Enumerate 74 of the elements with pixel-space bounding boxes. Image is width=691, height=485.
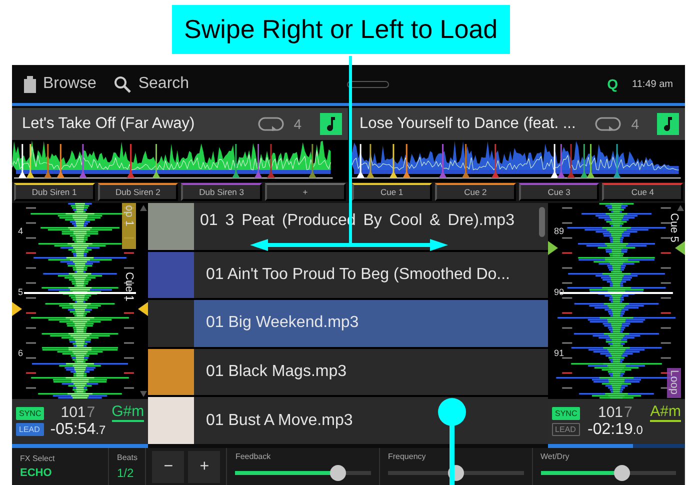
clock: 11:49 am bbox=[632, 78, 673, 90]
cue-pad[interactable]: Dub Siren 2 bbox=[98, 183, 178, 201]
cue-pad[interactable]: + bbox=[264, 183, 346, 201]
scroll-down-icon[interactable] bbox=[140, 391, 147, 397]
beats-label: Beats bbox=[117, 453, 138, 462]
album-art bbox=[148, 252, 194, 298]
minus-button[interactable]: − bbox=[152, 450, 184, 482]
time-remaining: -02:19 bbox=[588, 421, 633, 439]
lead-badge[interactable]: LEAD bbox=[552, 423, 580, 436]
cue-pad[interactable]: Dub Siren 3 bbox=[181, 183, 262, 201]
album-art bbox=[148, 348, 194, 396]
beat-number: 90 bbox=[554, 287, 564, 298]
search-tab[interactable]: Search bbox=[138, 75, 190, 93]
storage-icon bbox=[24, 76, 36, 92]
fx-select-value[interactable]: ECHO bbox=[20, 467, 100, 479]
track-title: Lose Yourself to Dance (feat. ... bbox=[360, 115, 577, 133]
loop-marker: op 1 bbox=[122, 203, 136, 249]
loop-size[interactable]: 4 bbox=[631, 116, 639, 132]
callout-label: Swipe Right or Left to Load bbox=[172, 5, 510, 54]
beat-number: 91 bbox=[554, 348, 564, 358]
cue-pad[interactable]: Cue 4 bbox=[602, 183, 683, 201]
cue-pad[interactable]: Cue 3 bbox=[518, 183, 600, 201]
beat-number: 4 bbox=[18, 226, 24, 236]
track-row[interactable]: 01 Big Weekend.mp3 bbox=[148, 300, 548, 347]
music-note-button[interactable] bbox=[320, 113, 342, 135]
slider-label: Feedback bbox=[235, 452, 272, 461]
slider-label: Wet/Dry bbox=[540, 452, 570, 461]
cue-pad[interactable]: Cue 2 bbox=[435, 183, 516, 201]
track-row[interactable]: 01 Bust A Move.mp3 bbox=[148, 397, 548, 444]
sync-badge[interactable]: SYNC bbox=[16, 407, 44, 420]
cue-label: Cue 1 bbox=[122, 270, 136, 303]
loop-icon[interactable] bbox=[595, 117, 622, 131]
bpm-decimal: 7 bbox=[86, 404, 96, 421]
key-label: G#m bbox=[112, 403, 144, 422]
slider-thumb[interactable] bbox=[614, 465, 630, 481]
scroll-up-icon[interactable] bbox=[677, 205, 684, 211]
album-art bbox=[148, 397, 194, 444]
time-tenths: .7 bbox=[96, 423, 106, 437]
track-row[interactable]: 01 Black Mags.mp3 bbox=[148, 348, 548, 396]
loop-marker: Loop bbox=[667, 368, 681, 398]
slider-label: Frequency bbox=[388, 452, 427, 461]
slider-thumb[interactable] bbox=[330, 465, 346, 481]
beats-value: 1/2 bbox=[117, 466, 135, 480]
cue-label: Cue 5 bbox=[667, 212, 681, 244]
quantize-indicator[interactable]: Q bbox=[607, 76, 618, 92]
cue-pad[interactable]: Cue 1 bbox=[352, 183, 432, 201]
scroll-up-icon[interactable] bbox=[140, 205, 147, 211]
bpm-value: 101 bbox=[60, 404, 86, 421]
time-tenths: .0 bbox=[632, 423, 643, 437]
browse-tab[interactable]: Browse bbox=[43, 75, 96, 93]
track-title: Let's Take Off (Far Away) bbox=[22, 115, 196, 133]
bpm-value: 101 bbox=[598, 404, 624, 421]
beat-number: 5 bbox=[18, 287, 24, 298]
loop-icon[interactable] bbox=[258, 117, 284, 131]
track-row[interactable]: 01 Ain't Too Proud To Beg (Smoothed Do... bbox=[148, 252, 548, 298]
fx-slider[interactable] bbox=[235, 465, 371, 481]
music-note-icon bbox=[326, 117, 336, 131]
cue-pad[interactable]: Dub Siren 1 bbox=[14, 183, 95, 201]
beat-number: 6 bbox=[18, 348, 24, 358]
loop-size[interactable]: 4 bbox=[294, 116, 302, 132]
search-icon bbox=[114, 76, 132, 92]
beat-number: 89 bbox=[554, 226, 564, 236]
sync-badge[interactable]: SYNC bbox=[552, 407, 580, 420]
time-remaining: -05:54 bbox=[50, 421, 96, 439]
plus-button[interactable]: + bbox=[188, 450, 220, 482]
fx-select-label: FX Select bbox=[20, 454, 56, 463]
album-art bbox=[148, 300, 194, 347]
music-note-icon bbox=[663, 117, 673, 131]
fx-slider[interactable] bbox=[540, 465, 676, 481]
scrollbar[interactable] bbox=[539, 207, 545, 237]
music-note-button[interactable] bbox=[657, 113, 679, 135]
key-label: A#m bbox=[650, 403, 681, 422]
album-art bbox=[148, 203, 194, 250]
bpm-decimal: 7 bbox=[624, 404, 632, 421]
